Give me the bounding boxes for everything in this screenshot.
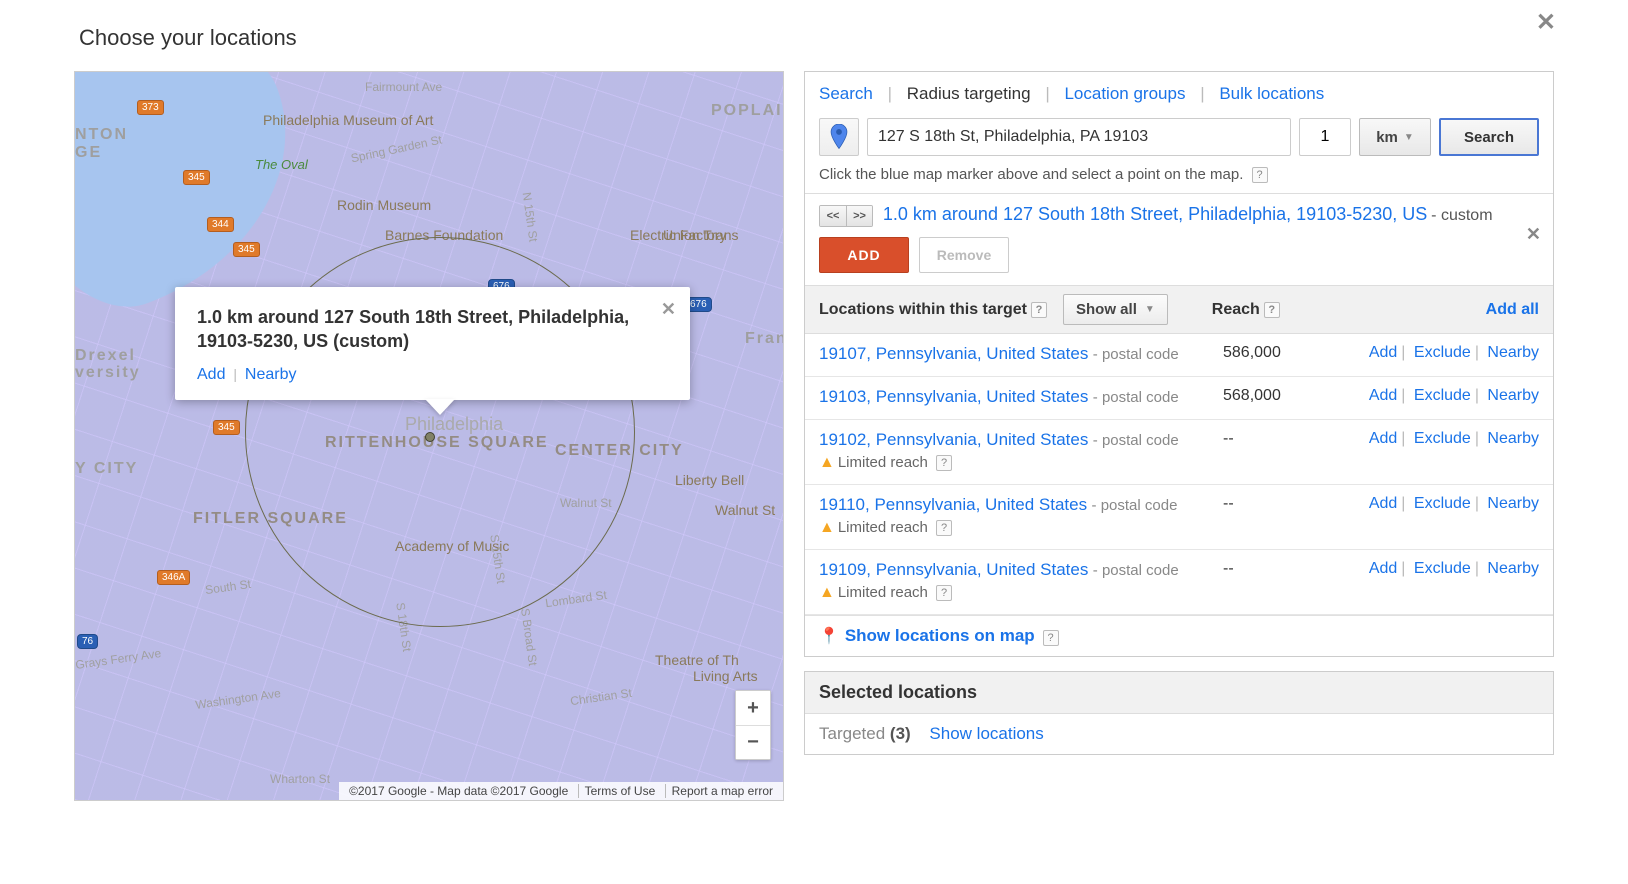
warning-icon: ▲ [819, 454, 835, 471]
map-attribution: ©2017 Google - Map data ©2017 Google Ter… [339, 782, 783, 800]
map-info-window: ✕ 1.0 km around 127 South 18th Street, P… [175, 287, 690, 400]
result-close-icon[interactable]: ✕ [1526, 224, 1541, 245]
location-reach: -- [1219, 495, 1339, 513]
help-icon[interactable]: ? [1043, 630, 1059, 646]
add-all-link[interactable]: Add all [1486, 301, 1539, 319]
location-type: - postal code [1093, 562, 1179, 579]
pin-purple-icon: 📍 [819, 628, 839, 645]
row-add-link[interactable]: Add [1369, 344, 1397, 361]
warning-icon: ▲ [819, 519, 835, 536]
location-row: 19107, Pennsylvania, United States - pos… [805, 334, 1553, 377]
location-type: - postal code [1092, 497, 1178, 514]
tab-groups[interactable]: Location groups [1064, 84, 1185, 103]
location-type: - postal code [1093, 389, 1179, 406]
location-name-link[interactable]: 19110, Pennsylvania, United States [819, 495, 1087, 514]
address-input[interactable] [867, 118, 1291, 156]
locations-within-label: Locations within this target [819, 301, 1027, 319]
zoom-in-button[interactable]: + [736, 691, 770, 725]
unit-dropdown[interactable]: km▼ [1359, 118, 1431, 156]
show-all-dropdown[interactable]: Show all▼ [1063, 294, 1168, 325]
help-icon[interactable]: ? [936, 455, 952, 471]
result-nav: << >> [819, 205, 873, 227]
map-hint: Click the blue map marker above and sele… [805, 166, 1553, 193]
pin-icon [830, 124, 848, 150]
targeted-label: Targeted [819, 724, 885, 743]
location-row: 19103, Pennsylvania, United States - pos… [805, 377, 1553, 420]
location-name-link[interactable]: 19109, Pennsylvania, United States [819, 560, 1088, 579]
terms-link[interactable]: Terms of Use [585, 784, 656, 798]
location-name-link[interactable]: 19107, Pennsylvania, United States [819, 344, 1088, 363]
row-nearby-link[interactable]: Nearby [1487, 430, 1539, 447]
row-nearby-link[interactable]: Nearby [1487, 560, 1539, 577]
tab-bulk[interactable]: Bulk locations [1219, 84, 1324, 103]
location-reach: 586,000 [1219, 344, 1339, 362]
location-name-link[interactable]: 19102, Pennsylvania, United States [819, 430, 1088, 449]
location-row: 19102, Pennsylvania, United States - pos… [805, 420, 1553, 485]
help-icon[interactable]: ? [936, 585, 952, 601]
add-button[interactable]: ADD [819, 237, 909, 273]
map-canvas[interactable]: 373 345 344 345 345 346A 676 676 76 Phil… [74, 71, 784, 801]
show-on-map-link[interactable]: Show locations on map [845, 626, 1035, 645]
targeted-count: (3) [890, 724, 911, 743]
row-add-link[interactable]: Add [1369, 430, 1397, 447]
row-exclude-link[interactable]: Exclude [1414, 430, 1471, 447]
info-nearby-link[interactable]: Nearby [245, 366, 297, 383]
location-name-link[interactable]: 19103, Pennsylvania, United States [819, 387, 1088, 406]
map-marker[interactable] [425, 432, 435, 442]
tab-search[interactable]: Search [819, 84, 873, 103]
location-type: - postal code [1093, 346, 1179, 363]
location-reach: -- [1219, 560, 1339, 578]
row-add-link[interactable]: Add [1369, 560, 1397, 577]
location-reach: -- [1219, 430, 1339, 448]
info-title: 1.0 km around 127 South 18th Street, Phi… [197, 305, 668, 354]
zoom-out-button[interactable]: − [736, 725, 770, 759]
row-add-link[interactable]: Add [1369, 387, 1397, 404]
help-icon[interactable]: ? [1264, 302, 1280, 318]
row-nearby-link[interactable]: Nearby [1487, 344, 1539, 361]
row-exclude-link[interactable]: Exclude [1414, 560, 1471, 577]
radius-input[interactable] [1299, 118, 1351, 156]
result-suffix: - custom [1431, 207, 1492, 224]
next-result-button[interactable]: >> [846, 206, 872, 226]
help-icon[interactable]: ? [1252, 167, 1268, 183]
warning-icon: ▲ [819, 584, 835, 601]
selected-locations-header: Selected locations [805, 672, 1553, 714]
show-locations-link[interactable]: Show locations [929, 724, 1043, 743]
zoom-control: + − [735, 690, 771, 760]
location-row: 19109, Pennsylvania, United States - pos… [805, 550, 1553, 615]
remove-button[interactable]: Remove [919, 237, 1009, 273]
row-exclude-link[interactable]: Exclude [1414, 495, 1471, 512]
location-reach: 568,000 [1219, 387, 1339, 405]
location-type: - postal code [1093, 432, 1179, 449]
targeting-tabs: Search | Radius targeting | Location gro… [805, 72, 1553, 110]
result-title-link[interactable]: 1.0 km around 127 South 18th Street, Phi… [883, 204, 1427, 224]
row-add-link[interactable]: Add [1369, 495, 1397, 512]
search-button[interactable]: Search [1439, 118, 1539, 156]
info-add-link[interactable]: Add [197, 366, 225, 383]
tab-radius[interactable]: Radius targeting [907, 84, 1031, 103]
page-title: Choose your locations [79, 25, 1554, 51]
row-nearby-link[interactable]: Nearby [1487, 495, 1539, 512]
prev-result-button[interactable]: << [820, 206, 846, 226]
info-close-icon[interactable]: ✕ [661, 299, 676, 320]
row-exclude-link[interactable]: Exclude [1414, 344, 1471, 361]
locations-list[interactable]: 19107, Pennsylvania, United States - pos… [805, 334, 1553, 615]
help-icon[interactable]: ? [936, 520, 952, 536]
row-exclude-link[interactable]: Exclude [1414, 387, 1471, 404]
report-error-link[interactable]: Report a map error [672, 784, 773, 798]
map-pin-button[interactable] [819, 118, 859, 156]
location-row: 19110, Pennsylvania, United States - pos… [805, 485, 1553, 550]
help-icon[interactable]: ? [1031, 302, 1047, 318]
close-icon[interactable]: ✕ [1536, 8, 1556, 37]
reach-header: Reach [1212, 301, 1260, 319]
row-nearby-link[interactable]: Nearby [1487, 387, 1539, 404]
